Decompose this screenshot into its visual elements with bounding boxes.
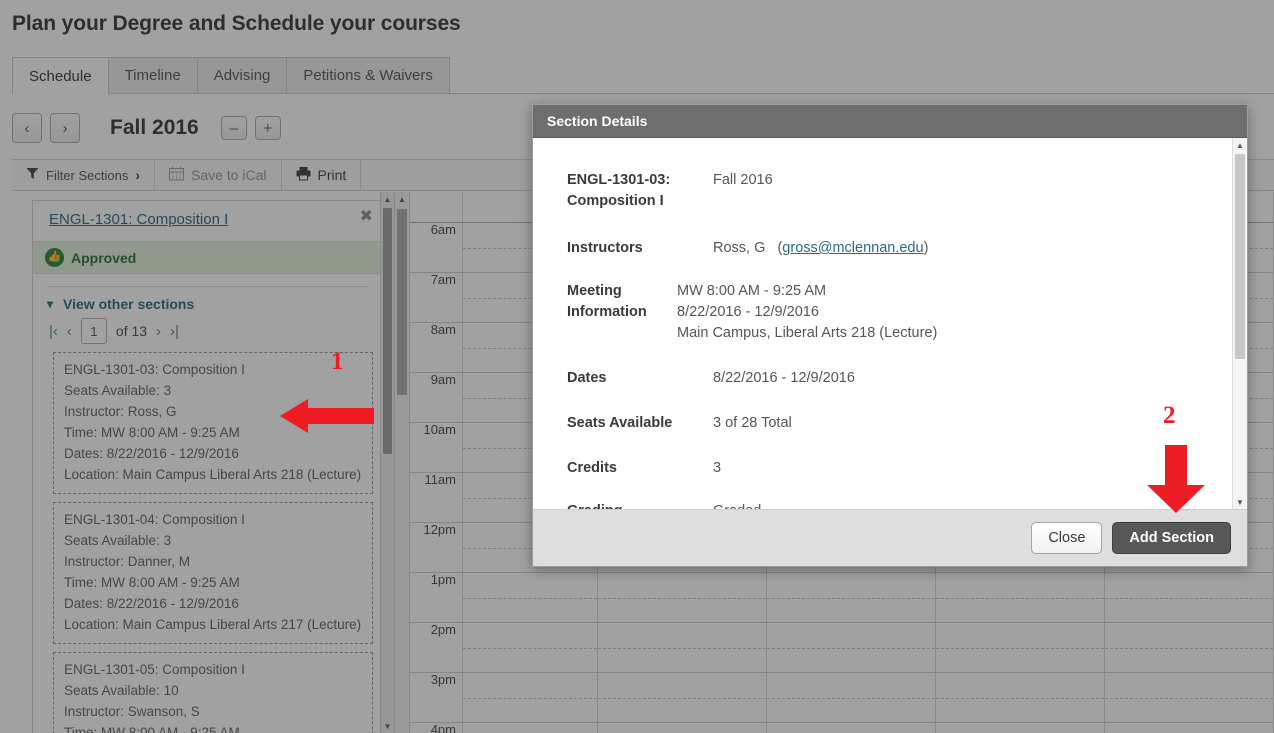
detail-row-instructors: Instructors Ross, G (gross@mclennan.edu) <box>567 238 1232 259</box>
section-details-modal: Section Details ENGL-1301-03: Compositio… <box>532 104 1248 567</box>
detail-value: 3 <box>713 458 721 479</box>
detail-row-meeting-information: Meeting Information MW 8:00 AM - 9:25 AM… <box>567 281 1232 344</box>
scroll-down-icon[interactable]: ▼ <box>1233 495 1247 509</box>
modal-body-wrapper: ENGL-1301-03: Composition I Fall 2016 In… <box>533 138 1247 510</box>
close-button[interactable]: Close <box>1031 522 1102 554</box>
detail-label: Grading <box>567 501 713 509</box>
modal-title: Section Details <box>533 105 1247 138</box>
detail-row-seats-available: Seats Available 3 of 28 Total <box>567 413 1232 434</box>
detail-row-course: ENGL-1301-03: Composition I Fall 2016 <box>567 170 1232 212</box>
instructor-email-wrap: (gross@mclennan.edu) <box>769 240 928 256</box>
detail-value: 8/22/2016 - 12/9/2016 <box>713 368 855 389</box>
detail-label: Credits <box>567 458 713 479</box>
detail-value: Fall 2016 <box>713 170 773 212</box>
instructor-email-link[interactable]: gross@mclennan.edu <box>782 240 923 256</box>
detail-label: Dates <box>567 368 713 389</box>
detail-label: Meeting Information <box>567 281 677 344</box>
modal-scrollbar[interactable]: ▲ ▼ <box>1232 138 1247 509</box>
detail-label: Seats Available <box>567 413 713 434</box>
detail-value: Graded <box>713 501 761 509</box>
detail-label: ENGL-1301-03: Composition I <box>567 170 713 212</box>
scroll-thumb[interactable] <box>1235 154 1245 359</box>
instructor-name: Ross, G <box>713 240 765 256</box>
detail-value: Ross, G (gross@mclennan.edu) <box>713 238 928 259</box>
detail-label: Instructors <box>567 238 713 259</box>
detail-value: MW 8:00 AM - 9:25 AM 8/22/2016 - 12/9/20… <box>677 281 937 344</box>
modal-body: ENGL-1301-03: Composition I Fall 2016 In… <box>533 138 1232 509</box>
modal-footer: Close Add Section <box>533 510 1247 566</box>
detail-row-credits: Credits 3 <box>567 458 1232 479</box>
detail-value: 3 of 28 Total <box>713 413 792 434</box>
detail-row-grading: Grading Graded <box>567 501 1232 509</box>
add-section-button[interactable]: Add Section <box>1112 522 1231 554</box>
detail-row-dates: Dates 8/22/2016 - 12/9/2016 <box>567 368 1232 389</box>
scroll-up-icon[interactable]: ▲ <box>1233 138 1247 152</box>
